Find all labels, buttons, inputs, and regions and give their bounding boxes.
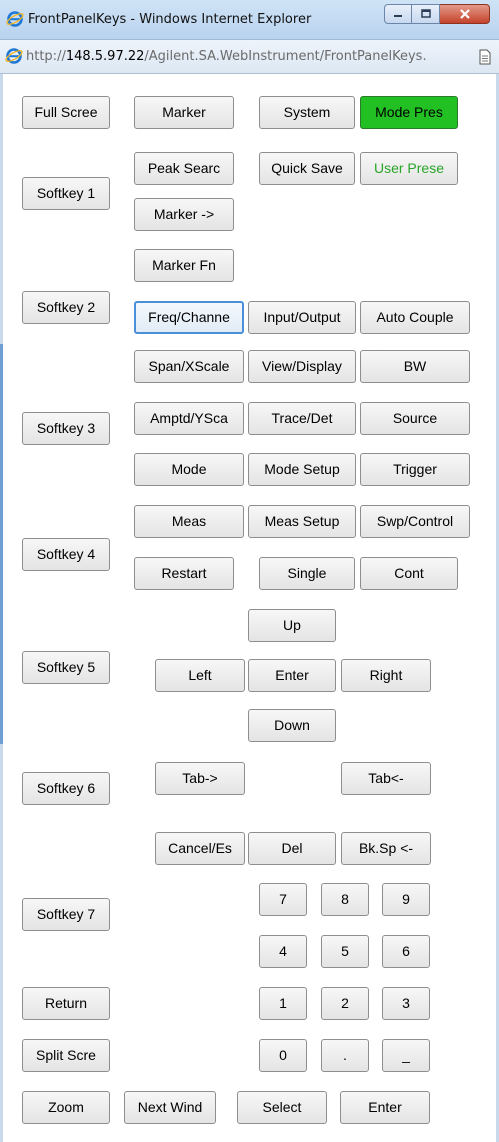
address-bar[interactable]: http://148.5.97.22/Agilent.SA.WebInstrum… — [0, 40, 499, 74]
source-button[interactable]: Source — [360, 402, 470, 435]
mode-setup-button[interactable]: Mode Setup — [248, 453, 356, 486]
numpad-minus-button[interactable]: _ — [382, 1039, 430, 1072]
left-button[interactable]: Left — [155, 659, 245, 692]
trace-det-button[interactable]: Trace/Det — [248, 402, 356, 435]
numpad-8-button[interactable]: 8 — [321, 883, 369, 916]
view-display-button[interactable]: View/Display — [248, 350, 356, 383]
backspace-button[interactable]: Bk.Sp <- — [341, 832, 431, 865]
mode-button[interactable]: Mode — [134, 453, 244, 486]
close-icon — [459, 9, 470, 19]
tab-forward-button[interactable]: Tab-> — [155, 762, 245, 795]
softkey-5-button[interactable]: Softkey 5 — [22, 651, 110, 684]
next-window-button[interactable]: Next Wind — [124, 1091, 216, 1124]
amptd-yscale-button[interactable]: Amptd/YSca — [134, 402, 244, 435]
window-title: FrontPanelKeys - Windows Internet Explor… — [28, 12, 312, 27]
numpad-9-button[interactable]: 9 — [382, 883, 430, 916]
softkey-3-button[interactable]: Softkey 3 — [22, 412, 110, 445]
quick-save-button[interactable]: Quick Save — [259, 152, 355, 185]
ie-icon — [6, 11, 24, 27]
zoom-button[interactable]: Zoom — [22, 1091, 110, 1124]
marker-fn-button[interactable]: Marker Fn — [134, 249, 234, 282]
system-button[interactable]: System — [259, 96, 355, 129]
numpad-dot-button[interactable]: . — [321, 1039, 369, 1072]
softkey-6-button[interactable]: Softkey 6 — [22, 772, 110, 805]
close-button[interactable] — [440, 4, 490, 24]
softkey-2-button[interactable]: Softkey 2 — [22, 291, 110, 324]
cont-button[interactable]: Cont — [360, 557, 458, 590]
numpad-3-button[interactable]: 3 — [382, 987, 430, 1020]
softkey-7-button[interactable]: Softkey 7 — [22, 898, 110, 931]
span-xscale-button[interactable]: Span/XScale — [134, 350, 244, 383]
numpad-1-button[interactable]: 1 — [259, 987, 307, 1020]
numpad-4-button[interactable]: 4 — [259, 935, 307, 968]
maximize-button[interactable] — [412, 4, 440, 24]
auto-couple-button[interactable]: Auto Couple — [360, 301, 470, 334]
numpad-7-button[interactable]: 7 — [259, 883, 307, 916]
select-button[interactable]: Select — [237, 1091, 327, 1124]
single-button[interactable]: Single — [259, 557, 355, 590]
trigger-button[interactable]: Trigger — [360, 453, 470, 486]
url-path: /Agilent.SA.WebInstrument/FrontPanelKeys… — [144, 49, 427, 64]
maximize-icon — [420, 9, 431, 18]
minimize-icon — [394, 15, 402, 17]
mode-preset-button[interactable]: Mode Pres — [360, 96, 458, 129]
marker-to-button[interactable]: Marker -> — [134, 198, 234, 231]
input-output-button[interactable]: Input/Output — [248, 301, 356, 334]
address-url[interactable]: http://148.5.97.22/Agilent.SA.WebInstrum… — [26, 49, 427, 64]
split-screen-button[interactable]: Split Scre — [22, 1039, 110, 1072]
down-button[interactable]: Down — [248, 709, 336, 742]
enter-button[interactable]: Enter — [340, 1091, 430, 1124]
return-button[interactable]: Return — [22, 987, 110, 1020]
window-border-accent — [0, 344, 3, 744]
del-button[interactable]: Del — [248, 832, 336, 865]
url-host: 148.5.97.22 — [65, 49, 145, 64]
cancel-esc-button[interactable]: Cancel/Es — [155, 832, 245, 865]
full-screen-button[interactable]: Full Scree — [22, 96, 110, 129]
up-button[interactable]: Up — [248, 609, 336, 642]
enter-nav-button[interactable]: Enter — [248, 659, 336, 692]
window-left-border — [0, 74, 3, 1142]
numpad-5-button[interactable]: 5 — [321, 935, 369, 968]
peak-search-button[interactable]: Peak Searc — [134, 152, 234, 185]
softkey-1-button[interactable]: Softkey 1 — [22, 177, 110, 210]
swp-control-button[interactable]: Swp/Control — [360, 505, 470, 538]
minimize-button[interactable] — [384, 4, 412, 24]
meas-setup-button[interactable]: Meas Setup — [248, 505, 356, 538]
url-prefix: http:// — [26, 49, 66, 64]
title-bar: FrontPanelKeys - Windows Internet Explor… — [0, 0, 499, 40]
marker-button[interactable]: Marker — [134, 96, 234, 129]
user-preset-button[interactable]: User Prese — [360, 152, 458, 185]
ie-icon — [5, 48, 23, 64]
tab-back-button[interactable]: Tab<- — [341, 762, 431, 795]
bw-button[interactable]: BW — [360, 350, 470, 383]
softkey-4-button[interactable]: Softkey 4 — [22, 538, 110, 571]
numpad-6-button[interactable]: 6 — [382, 935, 430, 968]
restart-button[interactable]: Restart — [134, 557, 234, 590]
numpad-0-button[interactable]: 0 — [259, 1039, 307, 1072]
meas-button[interactable]: Meas — [134, 505, 244, 538]
numpad-2-button[interactable]: 2 — [321, 987, 369, 1020]
right-button[interactable]: Right — [341, 659, 431, 692]
freq-channel-button[interactable]: Freq/Channe — [134, 301, 244, 334]
page-icon[interactable] — [478, 49, 492, 65]
